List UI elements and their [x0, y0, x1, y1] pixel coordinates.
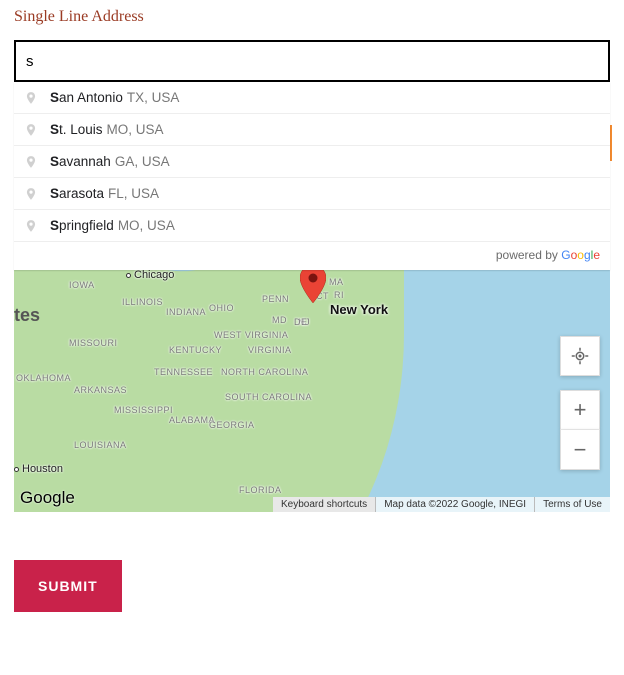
- suggestion-main: Sarasota: [50, 186, 104, 201]
- map-state-label: KENTUCKY: [169, 345, 222, 355]
- map-state-label: INDIANA: [166, 307, 206, 317]
- map-state-label: MA: [329, 277, 344, 287]
- pin-icon: [24, 123, 38, 137]
- locate-button[interactable]: [560, 336, 600, 376]
- google-logo: Google: [20, 488, 75, 508]
- map-city-newyork: New York: [330, 302, 388, 317]
- pin-icon: [24, 91, 38, 105]
- map-state-label: DE: [294, 317, 308, 327]
- address-search-wrap: San Antonio TX, USA St. Louis MO, USA Sa…: [14, 40, 610, 82]
- map-state-label: VIRGINIA: [248, 345, 292, 355]
- map-state-label: SOUTH CAROLINA: [225, 392, 312, 402]
- map-state-label: IOWA: [69, 280, 95, 290]
- map-state-label: OHIO: [209, 303, 234, 313]
- map-state-label: MISSISSIPPI: [114, 405, 173, 415]
- map-state-label: FLORIDA: [239, 485, 282, 495]
- suggestion-item[interactable]: San Antonio TX, USA: [14, 82, 610, 114]
- map-state-label: RI: [334, 290, 344, 300]
- map-city-dot-icon: [14, 467, 19, 472]
- suggestion-main: Savannah: [50, 154, 111, 169]
- map-state-label: NORTH CAROLINA: [221, 367, 308, 377]
- suggestion-main: St. Louis: [50, 122, 103, 137]
- map-marker-icon[interactable]: [300, 265, 326, 303]
- map-state-label: ILLINOIS: [122, 297, 163, 307]
- map-state-label: MD: [272, 315, 287, 325]
- suggestion-main: San Antonio: [50, 90, 123, 105]
- terms-link[interactable]: Terms of Use: [534, 497, 610, 512]
- page-title: Single Line Address: [14, 8, 610, 26]
- pin-icon: [24, 219, 38, 233]
- map-state-label: OKLAHOMA: [16, 373, 71, 383]
- suggestion-main: Springfield: [50, 218, 114, 233]
- map-state-label: ARKANSAS: [74, 385, 127, 395]
- map-data-attribution: Map data ©2022 Google, INEGI: [375, 497, 534, 512]
- map-state-label: TENNESSEE: [154, 367, 213, 377]
- pin-icon: [24, 187, 38, 201]
- submit-button[interactable]: SUBMIT: [14, 560, 122, 612]
- map-footer: Keyboard shortcuts Map data ©2022 Google…: [273, 497, 610, 512]
- map-city-dot-icon: [126, 273, 131, 278]
- suggestion-item[interactable]: Springfield MO, USA: [14, 210, 610, 242]
- suggestion-item[interactable]: St. Louis MO, USA: [14, 114, 610, 146]
- suggestion-secondary: GA, USA: [115, 154, 170, 169]
- suggestion-item[interactable]: Savannah GA, USA: [14, 146, 610, 178]
- map-state-label: LOUISIANA: [74, 440, 127, 450]
- powered-by: powered by Google: [14, 242, 610, 270]
- pin-icon: [24, 155, 38, 169]
- map-state-label: PENN: [262, 294, 289, 304]
- map-country-label: ates: [14, 305, 40, 326]
- map-state-label: WEST VIRGINIA: [214, 330, 288, 340]
- suggestion-secondary: MO, USA: [107, 122, 164, 137]
- map-city-label: Chicago: [134, 269, 174, 281]
- map-controls: + −: [560, 336, 600, 470]
- address-input[interactable]: [14, 40, 610, 82]
- zoom-out-button[interactable]: −: [560, 430, 600, 470]
- suggestion-secondary: MO, USA: [118, 218, 175, 233]
- map-city-label: Houston: [22, 463, 63, 475]
- map-state-label: GEORGIA: [209, 420, 255, 430]
- suggestion-secondary: FL, USA: [108, 186, 159, 201]
- suggestion-secondary: TX, USA: [127, 90, 180, 105]
- keyboard-shortcuts-link[interactable]: Keyboard shortcuts: [273, 497, 375, 512]
- autocomplete-dropdown: San Antonio TX, USA St. Louis MO, USA Sa…: [14, 82, 610, 270]
- suggestion-item[interactable]: Sarasota FL, USA: [14, 178, 610, 210]
- map-state-label: MISSOURI: [69, 338, 118, 348]
- zoom-in-button[interactable]: +: [560, 390, 600, 430]
- zoom-controls: + −: [560, 390, 600, 470]
